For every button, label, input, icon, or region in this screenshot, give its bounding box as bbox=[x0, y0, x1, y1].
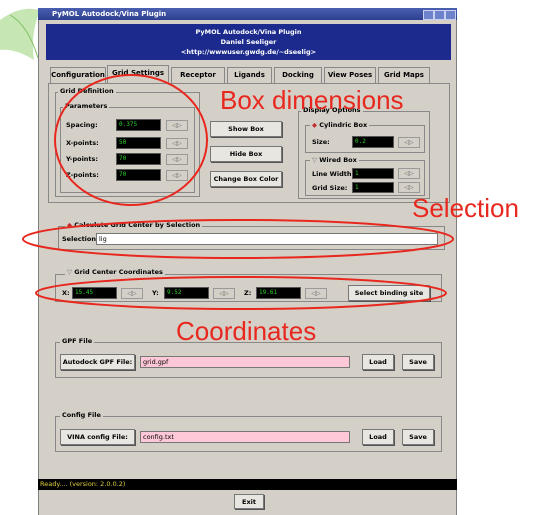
zpoints-stepper[interactable]: ◁▷ bbox=[166, 170, 188, 181]
spacing-label: Spacing: bbox=[66, 121, 98, 129]
hide-box-button[interactable]: Hide Box bbox=[210, 146, 282, 162]
size-stepper[interactable]: ◁▷ bbox=[398, 137, 420, 148]
tab-configuration[interactable]: Configuration bbox=[50, 67, 106, 83]
size-label: Size: bbox=[312, 138, 330, 146]
gpf-file-label: GPF File bbox=[60, 337, 95, 345]
x-coordinate-field[interactable]: 15.45 bbox=[72, 287, 117, 299]
config-file-label: Config File bbox=[60, 411, 103, 419]
tab-docking[interactable]: Docking bbox=[274, 67, 322, 83]
exit-button[interactable]: Exit bbox=[234, 494, 264, 509]
calculate-center-label: Calculate Grid Center by Selection bbox=[74, 221, 201, 229]
parameters-label: Parameters bbox=[63, 102, 110, 110]
line-width-field[interactable]: 1 bbox=[352, 168, 394, 179]
grid-definition-label: Grid Definition bbox=[58, 87, 116, 95]
window-titlebar: PyMOL Autodock/Vina Plugin bbox=[38, 8, 457, 20]
grid-size-label: Grid Size: bbox=[312, 184, 348, 192]
tab-ligands[interactable]: Ligands bbox=[227, 67, 272, 83]
config-file-button[interactable]: VINA config File: bbox=[60, 429, 135, 445]
y-label: Y: bbox=[152, 289, 159, 297]
ypoints-label: Y-points: bbox=[66, 155, 98, 163]
grid-center-radio[interactable]: ▽ Grid Center Coordinates bbox=[65, 268, 165, 276]
header-url: <http://wwwuser.gwdg.de/~dseelig> bbox=[180, 48, 317, 56]
x-label: X: bbox=[62, 289, 70, 297]
xpoints-stepper[interactable]: ◁▷ bbox=[166, 138, 188, 149]
header-title: PyMOL Autodock/Vina Plugin bbox=[195, 28, 302, 36]
config-save-button[interactable]: Save bbox=[402, 429, 434, 445]
annotation-box-dimensions: Box dimensions bbox=[220, 85, 404, 115]
config-load-button[interactable]: Load bbox=[362, 429, 394, 445]
line-width-stepper[interactable]: ◁▷ bbox=[398, 168, 420, 179]
gpf-file-input[interactable]: grid.gpf bbox=[140, 356, 350, 368]
tab-grid-settings[interactable]: Grid Settings bbox=[107, 65, 169, 83]
calculate-center-radio[interactable]: ◆ Calculate Grid Center by Selection bbox=[65, 221, 203, 229]
cylindric-box-label: Cylindric Box bbox=[319, 121, 368, 129]
ypoints-field[interactable]: 70 bbox=[116, 153, 161, 165]
z-label: Z: bbox=[244, 289, 252, 297]
grid-size-stepper[interactable]: ◁▷ bbox=[398, 182, 420, 193]
y-coordinate-field[interactable]: 9.52 bbox=[164, 287, 209, 299]
maximize-button[interactable] bbox=[434, 10, 445, 20]
gpf-save-button[interactable]: Save bbox=[402, 354, 434, 370]
plugin-header: PyMOL Autodock/Vina Plugin Daniel Seelig… bbox=[46, 24, 451, 60]
show-box-button[interactable]: Show Box bbox=[210, 121, 282, 137]
tab-grid-maps[interactable]: Grid Maps bbox=[378, 67, 430, 83]
change-box-color-button[interactable]: Change Box Color bbox=[210, 171, 282, 187]
minimize-button[interactable] bbox=[423, 10, 434, 20]
tab-view-poses[interactable]: View Poses bbox=[324, 67, 376, 83]
select-binding-site-button[interactable]: Select binding site bbox=[348, 285, 430, 301]
gpf-load-button[interactable]: Load bbox=[362, 354, 394, 370]
xpoints-field[interactable]: 50 bbox=[116, 137, 161, 149]
xpoints-label: X-points: bbox=[66, 139, 99, 147]
gpf-file-button[interactable]: Autodock GPF File: bbox=[60, 354, 135, 370]
header-author: Daniel Seeliger bbox=[220, 38, 277, 46]
z-coordinate-field[interactable]: 19.61 bbox=[256, 287, 301, 299]
zpoints-field[interactable]: 70 bbox=[116, 169, 161, 181]
status-bar: Ready.... (version: 2.0.0.2) bbox=[38, 479, 457, 490]
close-button[interactable] bbox=[445, 10, 456, 20]
cylindric-box-radio[interactable]: ◆ Cylindric Box bbox=[310, 121, 370, 129]
line-width-label: Line Width: bbox=[312, 170, 355, 178]
wired-box-label: Wired Box bbox=[319, 156, 357, 164]
tab-receptor[interactable]: Receptor bbox=[171, 67, 225, 83]
annotation-selection: Selection bbox=[412, 193, 519, 223]
x-stepper[interactable]: ◁▷ bbox=[121, 288, 143, 299]
selection-input[interactable]: lig bbox=[96, 233, 438, 245]
config-file-input[interactable]: config.txt bbox=[140, 431, 350, 443]
grid-center-label: Grid Center Coordinates bbox=[74, 268, 163, 276]
z-stepper[interactable]: ◁▷ bbox=[305, 288, 327, 299]
window-title: PyMOL Autodock/Vina Plugin bbox=[52, 10, 167, 18]
y-stepper[interactable]: ◁▷ bbox=[213, 288, 235, 299]
spacing-stepper[interactable]: ◁▷ bbox=[166, 120, 188, 131]
spacing-field[interactable]: 0.375 bbox=[116, 119, 161, 131]
wired-box-radio[interactable]: ▽ Wired Box bbox=[310, 156, 359, 164]
ypoints-stepper[interactable]: ◁▷ bbox=[166, 154, 188, 165]
zpoints-label: Z-points: bbox=[66, 171, 99, 179]
size-field[interactable]: 0.2 bbox=[352, 136, 394, 148]
annotation-coordinates: Coordinates bbox=[176, 316, 317, 346]
grid-size-field[interactable]: 1 bbox=[352, 182, 394, 193]
selection-label: Selection bbox=[62, 235, 97, 243]
